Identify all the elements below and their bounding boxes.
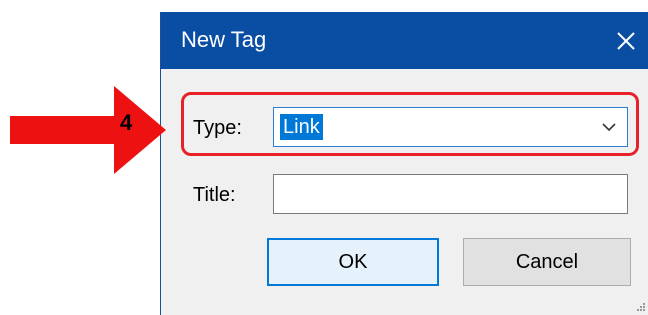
ok-button[interactable]: OK [267, 238, 439, 286]
close-button[interactable] [603, 12, 648, 69]
step-number: 4 [120, 110, 133, 135]
type-select[interactable]: Link [273, 107, 628, 147]
cancel-button[interactable]: Cancel [463, 238, 631, 286]
step-arrow-icon [10, 86, 166, 174]
resize-grip-icon[interactable] [637, 303, 645, 311]
close-icon [617, 31, 635, 50]
type-select-value: Link [279, 113, 324, 141]
type-label: Type: [193, 117, 242, 139]
screenshot-stage: New Tag Type: Link Title: OK Cancel 4 [0, 0, 648, 315]
new-tag-dialog: New Tag Type: Link Title: OK Cancel [160, 12, 648, 315]
title-label: Title: [193, 184, 236, 206]
title-input[interactable] [273, 174, 628, 214]
chevron-down-icon [602, 123, 616, 132]
dialog-titlebar: New Tag [161, 12, 648, 69]
dialog-title: New Tag [181, 27, 267, 52]
